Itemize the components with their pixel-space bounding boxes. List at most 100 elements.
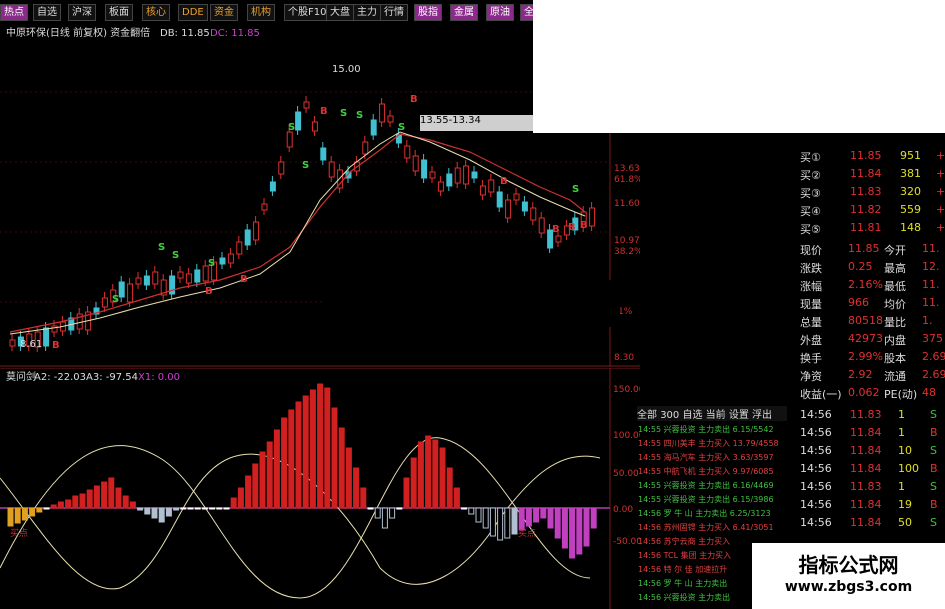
price-axis-3: 10.97	[614, 236, 640, 246]
candle-body	[521, 201, 528, 212]
quote-v1: 0.25	[848, 260, 873, 273]
flow-menu-300[interactable]: 300	[660, 410, 679, 421]
indicator-bar	[511, 507, 518, 535]
indicator-bar	[122, 495, 129, 509]
candle-body	[387, 115, 394, 123]
ind-axis-1: 100.00	[613, 431, 640, 441]
indicator-bar	[72, 495, 79, 509]
flow-menu-current[interactable]: 当前	[706, 410, 726, 421]
quote-l1: 净资	[800, 370, 822, 383]
tab-market[interactable]: 大盘	[326, 4, 354, 21]
tab-f10[interactable]: 个股F10	[284, 4, 331, 21]
buy-signal: B	[552, 224, 560, 235]
candle-body	[412, 155, 419, 172]
indicator-bar	[317, 383, 324, 509]
quote-v1: 2.16%	[848, 278, 883, 291]
buy-signal: B	[410, 94, 418, 105]
indicator-bar	[101, 481, 108, 509]
indicator-bar	[93, 485, 100, 509]
watermark: 指标公式网 www.zbgs3.com	[752, 543, 945, 609]
candle-body	[278, 161, 285, 175]
tick-s: S	[930, 408, 937, 421]
indicator-bar	[569, 507, 576, 559]
quote-l1: 总量	[800, 316, 822, 329]
indicator-bar	[525, 507, 532, 527]
order-book-price: 11.85	[850, 149, 882, 162]
indicator-bar	[518, 507, 525, 531]
candle-body	[152, 271, 159, 285]
indicator-bar	[237, 487, 244, 509]
high-price-label: 15.00	[332, 64, 361, 75]
candle-body	[488, 179, 495, 193]
indicator-bar	[432, 439, 439, 509]
tick-p: 11.84	[850, 516, 882, 529]
candle-body	[320, 147, 327, 161]
indicator-bar	[547, 507, 554, 529]
flow-row[interactable]: 14:55 兴蓉投资 主力卖出 6.15/3986	[638, 494, 783, 505]
candle-body	[328, 161, 335, 178]
flow-row[interactable]: 14:55 兴蓉投资 主力卖出 6.15/5542	[638, 424, 783, 435]
quote-v2: 11.	[922, 278, 940, 291]
indicator-bar	[187, 507, 194, 510]
flow-menu-float[interactable]: 浮出	[752, 410, 772, 421]
order-book-vol: 381	[900, 167, 921, 180]
tab-hot[interactable]: 热点	[0, 4, 28, 21]
buy-point-right: 买点	[518, 528, 536, 539]
chart-title: 中原环保(日线 前复权) 资金翻倍	[6, 26, 150, 39]
candle-body	[421, 159, 428, 179]
candle-body	[463, 165, 470, 185]
flow-row[interactable]: 14:56 罗 牛 山 主力卖出 6.25/3123	[638, 508, 783, 519]
flow-menu-watch[interactable]: 自选	[682, 410, 702, 421]
tick-p: 11.84	[850, 444, 882, 457]
tab-core[interactable]: 核心	[142, 4, 170, 21]
quote-v2: 2.69	[922, 350, 945, 363]
flow-row[interactable]: 14:56 苏州固锝 主力买入 6.41/3051	[638, 522, 783, 533]
tab-index[interactable]: 股指	[414, 4, 442, 21]
quote-l1: 换手	[800, 352, 822, 365]
tab-board[interactable]: 板面	[105, 4, 133, 21]
tab-watchlist[interactable]: 自选	[33, 4, 61, 21]
tab-quotes[interactable]: 行情	[380, 4, 408, 21]
candle-body	[253, 221, 260, 241]
candle-body	[227, 253, 234, 264]
dc-label: DC: 11.85	[210, 28, 260, 39]
flow-menu: 全部 300 自选 当前 设置 浮出	[637, 406, 787, 421]
indicator-bar	[108, 477, 115, 509]
tab-shsz[interactable]: 沪深	[68, 4, 96, 21]
tick-p: 11.84	[850, 498, 882, 511]
flow-row[interactable]: 14:55 四川美丰 主力买入 13.79/4558	[638, 438, 783, 449]
flow-row[interactable]: 14:55 兴蓉投资 主力卖出 6.16/4469	[638, 480, 783, 491]
tab-oil[interactable]: 原油	[486, 4, 514, 21]
flow-row[interactable]: 14:55 海马汽车 主力买入 3.63/3597	[638, 452, 783, 463]
tab-metals[interactable]: 金属	[450, 4, 478, 21]
quote-row: 外盘 42973 内盘 375	[800, 332, 945, 349]
candle-body	[370, 119, 377, 136]
tick-v: 19	[898, 498, 912, 511]
indicator-bar	[57, 501, 64, 509]
flow-row[interactable]: 14:55 中航飞机 主力买入 9.97/6085	[638, 466, 783, 477]
indicator-bar	[79, 493, 86, 509]
candle-body	[311, 121, 318, 132]
order-book-label: 买④	[800, 205, 821, 218]
quote-v2: 11.	[922, 242, 940, 255]
sell-signal: S	[302, 160, 309, 171]
indicator-bar	[461, 507, 468, 510]
tab-capital[interactable]: 资金	[210, 4, 238, 21]
candle-body	[143, 275, 150, 286]
tab-dde[interactable]: DDE	[178, 4, 208, 21]
flow-menu-all[interactable]: 全部	[637, 410, 657, 421]
order-book-row: 买① 11.85 951 +9	[800, 149, 945, 166]
quote-l2: 流通	[884, 370, 906, 383]
quote-l1: 收益(一)	[800, 388, 842, 401]
tick-t: 14:56	[800, 462, 832, 475]
indicator-bar	[576, 507, 583, 555]
quote-row: 现价 11.85 今开 11.	[800, 242, 945, 259]
flow-menu-settings[interactable]: 设置	[729, 410, 749, 421]
tab-institution[interactable]: 机构	[247, 4, 275, 21]
quote-row: 换手 2.99% 股本 2.69	[800, 350, 945, 367]
sell-signal: S	[398, 122, 405, 133]
indicator-bar	[561, 507, 568, 549]
indicator-chart[interactable]: 莫问剑 A2: -22.03 A3: -97.54 X1: 0.00 150.0…	[0, 368, 640, 609]
tab-main-force[interactable]: 主力	[353, 4, 381, 21]
ind-axis-0: 150.00	[613, 385, 640, 395]
